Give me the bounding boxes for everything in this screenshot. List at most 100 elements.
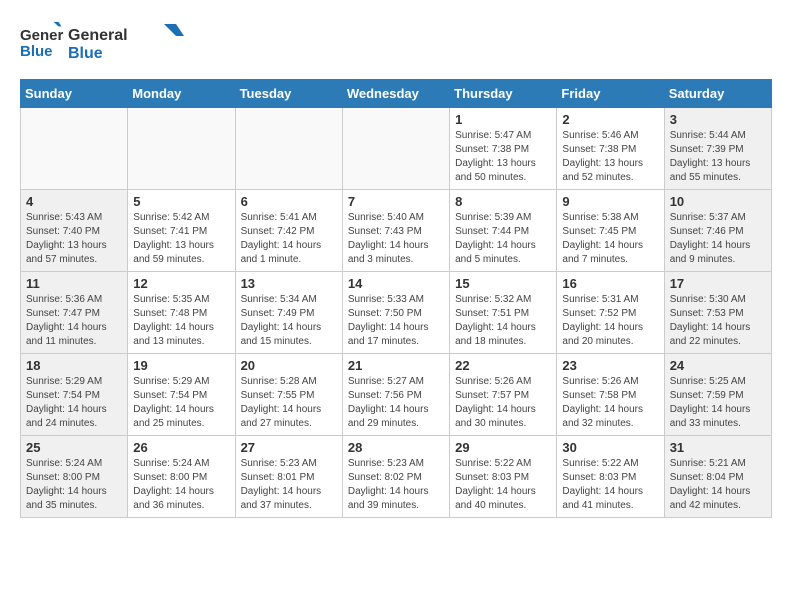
day-number: 21 <box>348 358 444 373</box>
day-number: 15 <box>455 276 551 291</box>
day-info: Sunrise: 5:21 AM Sunset: 8:04 PM Dayligh… <box>670 457 766 513</box>
calendar-header-friday: Friday <box>557 80 664 108</box>
day-info: Sunrise: 5:47 AM Sunset: 7:38 PM Dayligh… <box>455 129 551 185</box>
calendar-cell: 28 Sunrise: 5:23 AM Sunset: 8:02 PM Dayli… <box>342 436 449 518</box>
svg-text:Blue: Blue <box>20 43 53 60</box>
day-info: Sunrise: 5:31 AM Sunset: 7:52 PM Dayligh… <box>562 293 658 349</box>
calendar-cell: 15 Sunrise: 5:32 AM Sunset: 7:51 PM Dayli… <box>450 272 557 354</box>
day-info: Sunrise: 5:29 AM Sunset: 7:54 PM Dayligh… <box>133 375 229 431</box>
calendar-header-monday: Monday <box>128 80 235 108</box>
day-info: Sunrise: 5:30 AM Sunset: 7:53 PM Dayligh… <box>670 293 766 349</box>
calendar-cell: 5Sunrise: 5:42 AM Sunset: 7:41 PM Daylig… <box>128 190 235 272</box>
calendar-cell: 22Sunrise: 5:26 AM Sunset: 7:57 PM Dayli… <box>450 354 557 436</box>
day-number: 26 <box>133 440 229 455</box>
calendar-header-thursday: Thursday <box>450 80 557 108</box>
day-number: 3 <box>670 112 766 127</box>
day-number: 17 <box>670 276 766 291</box>
day-info: Sunrise: 5:24 AM Sunset: 8:00 PM Dayligh… <box>133 457 229 513</box>
day-info: Sunrise: 5:25 AM Sunset: 7:59 PM Dayligh… <box>670 375 766 431</box>
calendar-cell: 14Sunrise: 5:33 AM Sunset: 7:50 PM Dayli… <box>342 272 449 354</box>
calendar-cell: 10 Sunrise: 5:37 AM Sunset: 7:46 PM Dayli… <box>664 190 771 272</box>
day-info: Sunrise: 5:46 AM Sunset: 7:38 PM Dayligh… <box>562 129 658 185</box>
week-row-3: 11 Sunrise: 5:36 AM Sunset: 7:47 PM Dayli… <box>21 272 772 354</box>
day-info: Sunrise: 5:40 AM Sunset: 7:43 PM Dayligh… <box>348 211 444 267</box>
day-number: 28 <box>348 440 444 455</box>
day-number: 10 <box>670 194 766 209</box>
logo: General Blue General Blue <box>20 20 188 69</box>
day-info: Sunrise: 5:28 AM Sunset: 7:55 PM Dayligh… <box>241 375 337 431</box>
calendar-cell: 26 Sunrise: 5:24 AM Sunset: 8:00 PM Dayli… <box>128 436 235 518</box>
calendar-cell: 25 Sunrise: 5:24 AM Sunset: 8:00 PM Dayli… <box>21 436 128 518</box>
svg-text:General: General <box>20 27 64 44</box>
day-info: Sunrise: 5:23 AM Sunset: 8:01 PM Dayligh… <box>241 457 337 513</box>
day-info: Sunrise: 5:42 AM Sunset: 7:41 PM Dayligh… <box>133 211 229 267</box>
calendar-header-saturday: Saturday <box>664 80 771 108</box>
day-number: 11 <box>26 276 122 291</box>
day-info: Sunrise: 5:23 AM Sunset: 8:02 PM Dayligh… <box>348 457 444 513</box>
day-info: Sunrise: 5:22 AM Sunset: 8:03 PM Dayligh… <box>455 457 551 513</box>
day-info: Sunrise: 5:35 AM Sunset: 7:48 PM Dayligh… <box>133 293 229 349</box>
calendar-header-wednesday: Wednesday <box>342 80 449 108</box>
day-number: 1 <box>455 112 551 127</box>
calendar-cell: 31 Sunrise: 5:21 AM Sunset: 8:04 PM Dayli… <box>664 436 771 518</box>
calendar-cell: 3 Sunrise: 5:44 AM Sunset: 7:39 PM Daylig… <box>664 108 771 190</box>
calendar-cell: 20 Sunrise: 5:28 AM Sunset: 7:55 PM Dayli… <box>235 354 342 436</box>
week-row-4: 18Sunrise: 5:29 AM Sunset: 7:54 PM Dayli… <box>21 354 772 436</box>
week-row-2: 4Sunrise: 5:43 AM Sunset: 7:40 PM Daylig… <box>21 190 772 272</box>
calendar-header-tuesday: Tuesday <box>235 80 342 108</box>
day-number: 25 <box>26 440 122 455</box>
calendar-table: SundayMondayTuesdayWednesdayThursdayFrid… <box>20 79 772 518</box>
day-number: 20 <box>241 358 337 373</box>
calendar-cell: 13 Sunrise: 5:34 AM Sunset: 7:49 PM Dayli… <box>235 272 342 354</box>
svg-text:Blue: Blue <box>68 45 103 62</box>
day-info: Sunrise: 5:29 AM Sunset: 7:54 PM Dayligh… <box>26 375 122 431</box>
calendar-cell: 1 Sunrise: 5:47 AM Sunset: 7:38 PM Daylig… <box>450 108 557 190</box>
day-info: Sunrise: 5:37 AM Sunset: 7:46 PM Dayligh… <box>670 211 766 267</box>
calendar-cell: 24Sunrise: 5:25 AM Sunset: 7:59 PM Dayli… <box>664 354 771 436</box>
calendar-cell: 17 Sunrise: 5:30 AM Sunset: 7:53 PM Dayli… <box>664 272 771 354</box>
calendar-cell: 27Sunrise: 5:23 AM Sunset: 8:01 PM Dayli… <box>235 436 342 518</box>
day-info: Sunrise: 5:33 AM Sunset: 7:50 PM Dayligh… <box>348 293 444 349</box>
day-number: 23 <box>562 358 658 373</box>
day-number: 13 <box>241 276 337 291</box>
logo-svg: General Blue <box>68 20 188 64</box>
day-info: Sunrise: 5:39 AM Sunset: 7:44 PM Dayligh… <box>455 211 551 267</box>
day-info: Sunrise: 5:32 AM Sunset: 7:51 PM Dayligh… <box>455 293 551 349</box>
day-number: 22 <box>455 358 551 373</box>
week-row-5: 25 Sunrise: 5:24 AM Sunset: 8:00 PM Dayli… <box>21 436 772 518</box>
calendar-cell: 19 Sunrise: 5:29 AM Sunset: 7:54 PM Dayli… <box>128 354 235 436</box>
day-number: 29 <box>455 440 551 455</box>
calendar-cell: 21Sunrise: 5:27 AM Sunset: 7:56 PM Dayli… <box>342 354 449 436</box>
logo-icon: General Blue <box>20 20 64 64</box>
calendar-cell: 2Sunrise: 5:46 AM Sunset: 7:38 PM Daylig… <box>557 108 664 190</box>
day-info: Sunrise: 5:41 AM Sunset: 7:42 PM Dayligh… <box>241 211 337 267</box>
calendar-cell <box>21 108 128 190</box>
day-number: 4 <box>26 194 122 209</box>
day-number: 31 <box>670 440 766 455</box>
header: General Blue General Blue <box>20 20 772 69</box>
day-number: 9 <box>562 194 658 209</box>
calendar-cell <box>235 108 342 190</box>
calendar-cell: 12Sunrise: 5:35 AM Sunset: 7:48 PM Dayli… <box>128 272 235 354</box>
day-info: Sunrise: 5:34 AM Sunset: 7:49 PM Dayligh… <box>241 293 337 349</box>
calendar-cell: 6Sunrise: 5:41 AM Sunset: 7:42 PM Daylig… <box>235 190 342 272</box>
calendar-cell: 23Sunrise: 5:26 AM Sunset: 7:58 PM Dayli… <box>557 354 664 436</box>
day-info: Sunrise: 5:44 AM Sunset: 7:39 PM Dayligh… <box>670 129 766 185</box>
day-info: Sunrise: 5:24 AM Sunset: 8:00 PM Dayligh… <box>26 457 122 513</box>
day-number: 16 <box>562 276 658 291</box>
day-info: Sunrise: 5:22 AM Sunset: 8:03 PM Dayligh… <box>562 457 658 513</box>
week-row-1: 1 Sunrise: 5:47 AM Sunset: 7:38 PM Daylig… <box>21 108 772 190</box>
logo-area: General Blue General Blue <box>20 20 188 69</box>
calendar-cell: 18Sunrise: 5:29 AM Sunset: 7:54 PM Dayli… <box>21 354 128 436</box>
day-info: Sunrise: 5:36 AM Sunset: 7:47 PM Dayligh… <box>26 293 122 349</box>
day-number: 7 <box>348 194 444 209</box>
calendar-header-row: SundayMondayTuesdayWednesdayThursdayFrid… <box>21 80 772 108</box>
calendar-cell: 29 Sunrise: 5:22 AM Sunset: 8:03 PM Dayli… <box>450 436 557 518</box>
calendar-cell: 4Sunrise: 5:43 AM Sunset: 7:40 PM Daylig… <box>21 190 128 272</box>
day-number: 19 <box>133 358 229 373</box>
day-number: 30 <box>562 440 658 455</box>
calendar-cell: 7 Sunrise: 5:40 AM Sunset: 7:43 PM Daylig… <box>342 190 449 272</box>
calendar-cell: 11 Sunrise: 5:36 AM Sunset: 7:47 PM Dayli… <box>21 272 128 354</box>
page-container: General Blue General Blue SundayMondayTu… <box>0 0 792 528</box>
calendar-header-sunday: Sunday <box>21 80 128 108</box>
